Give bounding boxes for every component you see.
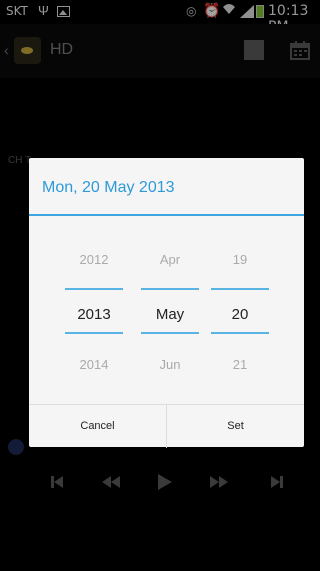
- year-current[interactable]: 2013: [63, 306, 125, 323]
- month-prev[interactable]: Apr: [139, 252, 201, 267]
- day-line-bottom: [211, 332, 269, 334]
- year-next[interactable]: 2014: [63, 357, 125, 372]
- dialog-title: Mon, 20 May 2013: [42, 179, 175, 196]
- year-picker[interactable]: 2012 2013 2014: [63, 238, 125, 372]
- day-current[interactable]: 20: [209, 306, 271, 323]
- year-line-bottom: [65, 332, 123, 334]
- day-prev[interactable]: 19: [209, 252, 271, 267]
- day-line-top: [211, 288, 269, 290]
- dialog-button-row: Cancel Set: [29, 404, 304, 448]
- month-current[interactable]: May: [139, 306, 201, 323]
- month-line-top: [141, 288, 199, 290]
- month-next[interactable]: Jun: [139, 357, 201, 372]
- day-picker[interactable]: 19 20 21: [209, 238, 271, 372]
- date-picker-dialog: Mon, 20 May 2013 2012 2013 2014 Apr May …: [29, 158, 304, 448]
- day-next[interactable]: 21: [209, 357, 271, 372]
- month-picker[interactable]: Apr May Jun: [139, 238, 201, 372]
- month-line-bottom: [141, 332, 199, 334]
- header-divider: [29, 214, 304, 216]
- set-button[interactable]: Set: [167, 405, 304, 448]
- cancel-button[interactable]: Cancel: [29, 405, 166, 448]
- year-line-top: [65, 288, 123, 290]
- year-prev[interactable]: 2012: [63, 252, 125, 267]
- dialog-header: Mon, 20 May 2013: [29, 158, 304, 216]
